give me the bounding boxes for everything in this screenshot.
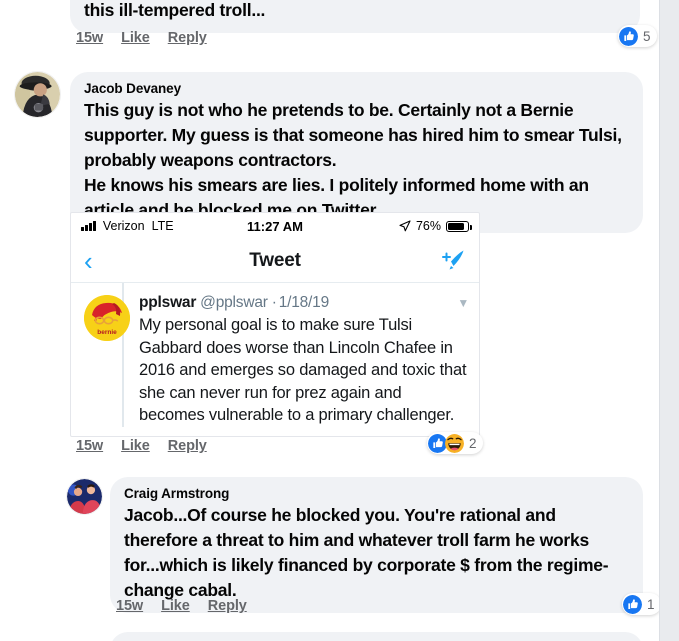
page-right-gutter [659,0,679,641]
comment-bubble-bottom-partial [110,632,643,641]
tweet-screen-title: Tweet [249,249,301,271]
comment-thread-column: this ill-tempered troll... 15w Like Repl… [0,0,659,641]
reaction-badge-top-partial[interactable]: 5 [618,25,657,47]
status-bar-right: 76% [399,219,472,233]
tweet-text: My personal goal is to make sure Tulsi G… [139,316,471,424]
carrier-label: Verizon [102,219,145,233]
network-label: LTE [151,219,174,233]
tweet-body: bernie pplswar @pplswar · 1/18/19 ▼ My p… [71,283,479,427]
avatar-image [15,72,60,117]
tweet-navbar: ‹ Tweet [71,239,479,283]
avatar-pplswar[interactable]: bernie [84,295,130,341]
location-arrow-icon [399,220,411,232]
comment-actions-craig-armstrong: 15w Like Reply [116,598,247,614]
like-reaction-icon [619,26,638,46]
reaction-badge-craig-armstrong[interactable]: 1 [622,593,659,615]
haha-reaction-icon [445,433,464,453]
ios-status-bar: Verizon LTE 11:27 AM 76% [71,213,479,239]
comment-timestamp[interactable]: 15w [76,438,103,454]
reaction-badge-jacob-devaney[interactable]: 2 [427,432,483,454]
avatar-craig-armstrong[interactable] [66,478,103,515]
tweet-display-name[interactable]: pplswar [139,293,196,313]
comment-bubble: Craig Armstrong Jacob...Of course he blo… [110,477,643,613]
reaction-count: 2 [469,435,477,451]
tweet-meta: pplswar @pplswar · 1/18/19 ▼ [139,293,469,313]
embedded-tweet-screenshot[interactable]: Verizon LTE 11:27 AM 76% ‹ Tweet bernie … [70,212,480,437]
comment-bubble-top-partial: this ill-tempered troll... [70,0,640,33]
comment-bubble: this ill-tempered troll... [70,0,640,33]
chevron-left-icon[interactable]: ‹ [84,248,93,274]
compose-tweet-icon[interactable] [440,249,466,273]
reply-button[interactable]: Reply [208,598,247,614]
tweet-handle[interactable]: @pplswar [200,293,268,313]
like-button[interactable]: Like [161,598,190,614]
comment-timestamp[interactable]: 15w [76,30,103,46]
like-reaction-icon [623,594,642,614]
comment-text: this ill-tempered troll... [84,0,266,20]
comment-bubble: Jacob Devaney This guy is not who he pre… [70,72,643,233]
comment-author[interactable]: Jacob Devaney [84,80,629,97]
like-button[interactable]: Like [121,438,150,454]
avatar-jacob-devaney[interactable] [14,71,61,118]
comment-text: This guy is not who he pretends to be. C… [84,100,622,220]
bernie-sanders-yellow-caricature-icon: bernie [84,295,130,341]
reaction-count: 5 [643,28,651,44]
tweet-date[interactable]: 1/18/19 [279,293,330,313]
svg-text:bernie: bernie [97,329,117,336]
tweet-meta-separator: · [271,294,277,311]
reply-button[interactable]: Reply [168,30,207,46]
signal-bars-icon [81,221,96,231]
chevron-down-icon[interactable]: ▼ [451,293,469,313]
reaction-count: 1 [647,596,655,612]
status-bar-left: Verizon LTE [81,219,174,233]
reply-button[interactable]: Reply [168,438,207,454]
avatar-image [67,479,102,514]
screenshot-root: this ill-tempered troll... 15w Like Repl… [0,0,679,641]
tweet-content: pplswar @pplswar · 1/18/19 ▼ My personal… [130,293,469,427]
comment-actions-jacob-devaney: 15w Like Reply [76,438,207,454]
comment-timestamp[interactable]: 15w [116,598,143,614]
comment-author[interactable]: Craig Armstrong [124,485,629,502]
comment-craig-armstrong: Craig Armstrong Jacob...Of course he blo… [110,477,643,613]
battery-percent-label: 76% [415,219,441,233]
comment-text: Jacob...Of course he blocked you. You're… [124,505,609,600]
comment-jacob-devaney: Jacob Devaney This guy is not who he pre… [70,72,643,233]
like-button[interactable]: Like [121,30,150,46]
battery-icon [446,220,472,232]
comment-actions-top-partial: 15w Like Reply [76,30,207,46]
